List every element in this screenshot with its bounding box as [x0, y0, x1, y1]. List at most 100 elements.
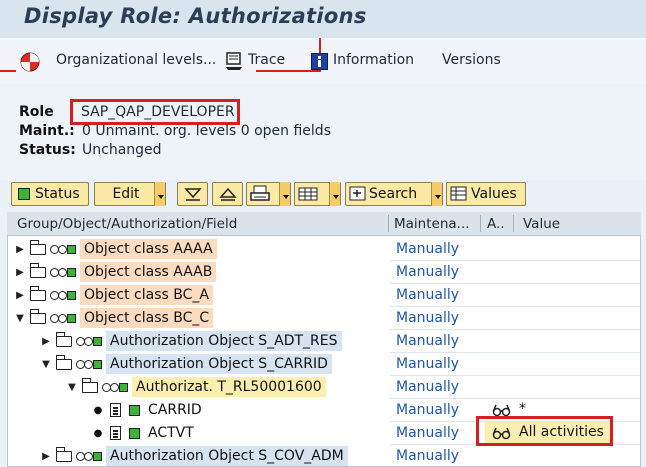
chevron-down-icon	[279, 182, 290, 206]
tree-node-label: Authorization Object S_CARRID	[106, 354, 332, 374]
values-table-icon	[450, 186, 467, 201]
status-label: Status:	[19, 142, 76, 158]
status-lights-icon	[50, 267, 76, 277]
collapse-arrow-icon[interactable]: ▼	[66, 382, 78, 393]
printer-icon	[250, 185, 270, 201]
maintenance-status: Manually	[396, 264, 460, 280]
status-lights-icon	[76, 451, 102, 461]
status-lights-icon	[50, 290, 76, 300]
folder-icon	[29, 262, 46, 278]
expand-arrow-icon[interactable]: ▶	[14, 244, 26, 255]
tree-node-label: Object class BC_C	[80, 308, 214, 328]
search-button[interactable]: Search	[345, 182, 443, 206]
annotation-line	[256, 70, 320, 72]
expand-arrow-icon[interactable]: ▶	[40, 336, 52, 347]
maintenance-status: Manually	[396, 402, 460, 418]
folder-icon	[29, 239, 46, 255]
maintenance-status: Manually	[396, 287, 460, 303]
status-lights-icon	[50, 244, 76, 254]
column-header-value[interactable]: Value	[523, 216, 560, 232]
status-lights-icon	[50, 313, 76, 323]
tree-row[interactable]: ▼ Authorizat. T_RL50001600 Manually	[8, 376, 640, 399]
column-divider[interactable]	[388, 215, 389, 232]
maintenance-status: Manually	[396, 448, 460, 464]
print-button[interactable]	[246, 182, 291, 206]
maint-value: 0 Unmaint. org. levels 0 open fields	[82, 123, 331, 139]
status-value: Unchanged	[82, 142, 162, 158]
values-button[interactable]: Values	[446, 182, 526, 206]
tree-row[interactable]: ▶ Authorization Object S_COV_ADM Manuall…	[8, 445, 640, 466]
column-divider[interactable]	[513, 215, 514, 232]
status-lights-icon	[76, 359, 102, 369]
value-highlight-box	[476, 416, 613, 446]
expand-arrow-icon[interactable]: ▶	[14, 290, 26, 301]
page-title: Display Role: Authorizations	[24, 4, 367, 28]
maintenance-status: Manually	[396, 356, 460, 372]
bullet-icon: ●	[93, 404, 103, 416]
traffic-light-icon	[18, 188, 30, 200]
search-icon	[349, 186, 366, 201]
versions-button[interactable]: Versions	[442, 52, 501, 68]
org-levels-icon[interactable]	[19, 51, 41, 73]
information-button[interactable]: Information	[333, 52, 414, 68]
expand-subtree-button[interactable]	[177, 182, 208, 206]
expand-arrow-icon[interactable]: ▶	[14, 267, 26, 278]
layout-button[interactable]	[294, 182, 341, 206]
folder-icon	[55, 331, 72, 347]
tree-node-label: Authorizat. T_RL50001600	[132, 377, 326, 397]
document-icon	[110, 403, 121, 417]
role-value: SAP_QAP_DEVELOPER	[81, 104, 235, 120]
tree-node-label: Authorization Object S_COV_ADM	[106, 446, 348, 466]
tree-row[interactable]: ▶ Object class BC_A Manually	[8, 284, 640, 307]
tree-row[interactable]: ▶ Object class AAAA Manually	[8, 238, 640, 261]
folder-icon	[55, 446, 72, 462]
status-button[interactable]: Status	[11, 182, 89, 206]
open-folder-icon	[29, 308, 46, 324]
open-folder-icon	[81, 377, 98, 393]
edit-button[interactable]: Edit	[94, 182, 166, 206]
maintenance-status: Manually	[396, 425, 460, 441]
open-folder-icon	[55, 354, 72, 370]
tree-node-label: Authorization Object S_ADT_RES	[106, 331, 342, 351]
tree-node-label: Object class AAAB	[80, 262, 217, 282]
status-lights-icon	[102, 382, 128, 392]
green-status-icon	[129, 427, 140, 439]
tree-node-label: ACTVT	[148, 425, 194, 441]
maintenance-status: Manually	[396, 379, 460, 395]
collapse-arrow-icon[interactable]: ▼	[14, 313, 26, 324]
tree-node-label: Object class AAAA	[80, 239, 217, 259]
glasses-icon[interactable]	[492, 403, 512, 417]
column-header-a[interactable]: A..	[487, 216, 505, 232]
role-label: Role	[19, 104, 54, 120]
tree-node-label: Object class BC_A	[80, 285, 213, 305]
column-header-row: Group/Object/Authorization/Field Mainten…	[7, 212, 641, 236]
chevron-down-icon	[329, 182, 340, 206]
trace-button[interactable]: Trace	[248, 52, 285, 68]
chevron-down-icon	[431, 182, 442, 206]
tree-node-label: CARRID	[148, 402, 202, 418]
tree-row[interactable]: ▶ Authorization Object S_ADT_RES Manuall…	[8, 330, 640, 353]
collapse-arrow-icon[interactable]: ▼	[40, 359, 52, 370]
tree-row[interactable]: ▼ Object class BC_C Manually	[8, 307, 640, 330]
status-lights-icon	[76, 336, 102, 346]
expand-arrow-icon[interactable]: ▶	[40, 451, 52, 462]
trace-icon[interactable]	[224, 51, 244, 71]
field-value: *	[519, 401, 526, 417]
maintenance-status: Manually	[396, 241, 460, 257]
org-levels-button[interactable]: Organizational levels...	[56, 52, 216, 68]
collapse-icon	[218, 187, 237, 201]
expand-icon	[183, 188, 202, 201]
chevron-down-icon	[154, 182, 165, 206]
tree-row[interactable]: ▼ Authorization Object S_CARRID Manually	[8, 353, 640, 376]
information-icon[interactable]	[311, 53, 328, 70]
column-divider[interactable]	[480, 215, 481, 232]
tree-row[interactable]: ▶ Object class AAAB Manually	[8, 261, 640, 284]
maintenance-status: Manually	[396, 333, 460, 349]
folder-icon	[29, 285, 46, 301]
table-layout-icon	[298, 187, 318, 201]
column-header-group[interactable]: Group/Object/Authorization/Field	[17, 216, 237, 232]
column-header-maintenance[interactable]: Maintena...	[394, 216, 470, 232]
collapse-subtree-button[interactable]	[212, 182, 243, 206]
bullet-icon: ●	[93, 427, 103, 439]
green-status-icon	[129, 404, 140, 416]
